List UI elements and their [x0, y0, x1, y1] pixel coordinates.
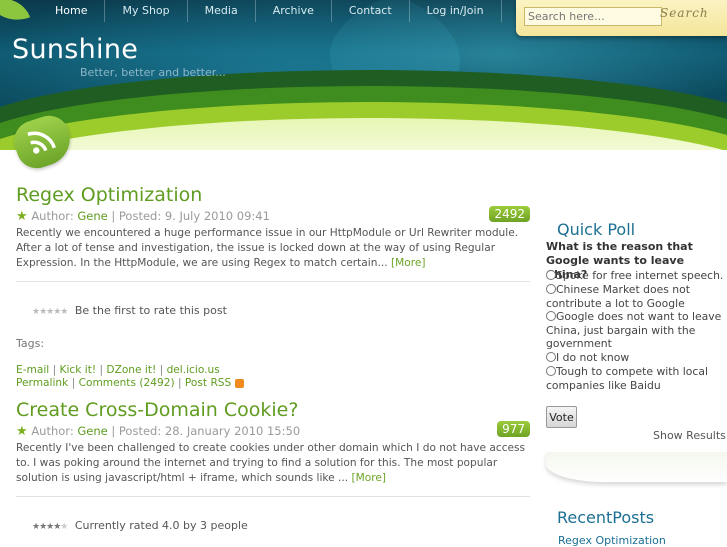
post-divider [16, 496, 530, 497]
permalink-link[interactable]: Permalink [16, 377, 68, 389]
nav-login-join[interactable]: Log in/Join [410, 0, 502, 22]
poll-option[interactable]: Chinese Market does not contribute a lot… [546, 283, 724, 310]
read-more-link[interactable]: [More] [352, 472, 387, 484]
post-title[interactable]: Regex Optimization [16, 184, 530, 206]
post-date: | Posted: 9. July 2010 09:41 [111, 209, 270, 223]
post: Create Cross-Domain Cookie? ★ Author: Ge… [16, 399, 530, 532]
poll-option[interactable]: Spoke for free internet speech. [546, 269, 724, 283]
dzone-link[interactable]: DZone it! [106, 364, 156, 376]
nav-media[interactable]: Media [188, 0, 256, 22]
delicious-link[interactable]: del.icio.us [167, 364, 220, 376]
site-title[interactable]: Sunshine [12, 34, 138, 65]
post-meta: ★ Author: Gene | Posted: 9. July 2010 09… [16, 206, 530, 224]
poll-option[interactable]: Tough to compete with local companies li… [546, 365, 724, 392]
radio-button[interactable] [546, 270, 556, 280]
poll-option-label: Tough to compete with local companies li… [546, 365, 708, 392]
rating-stars-icon[interactable]: ★★★★★ [32, 307, 68, 317]
post-title[interactable]: Create Cross-Domain Cookie? [16, 399, 530, 421]
radio-button[interactable] [546, 311, 556, 321]
poll-option[interactable]: Google does not want to leave China, jus… [546, 310, 724, 351]
post-meta: ★ Author: Gene | Posted: 28. January 201… [16, 421, 530, 439]
poll-option-label: I do not know [556, 351, 630, 364]
kickit-link[interactable]: Kick it! [60, 364, 97, 376]
comment-count-badge[interactable]: 2492 [489, 206, 530, 222]
recent-post-link[interactable]: Regex Optimization [558, 534, 666, 547]
rss-icon[interactable] [234, 378, 244, 388]
post-excerpt: Recently I've been challenged to create … [16, 441, 530, 486]
rating-text: Be the first to rate this post [74, 304, 227, 317]
nav-my-shop[interactable]: My Shop [105, 0, 188, 22]
post-date: | Posted: 28. January 2010 15:50 [111, 424, 301, 438]
read-more-link[interactable]: [More] [391, 257, 426, 269]
main-nav: Home My Shop Media Archive Contact Log i… [38, 0, 502, 22]
comment-count-badge[interactable]: 977 [497, 421, 530, 437]
post-rss-link[interactable]: Post RSS [185, 377, 231, 389]
rating-text: Currently rated 4.0 by 3 people [74, 519, 248, 532]
email-link[interactable]: E-mail [16, 364, 49, 376]
radio-button[interactable] [546, 284, 556, 294]
post-divider [16, 281, 530, 282]
post-excerpt-text: Recently we encountered a huge performan… [16, 227, 519, 269]
post: Regex Optimization ★ Author: Gene | Post… [16, 184, 530, 390]
post-excerpt-text: Recently I've been challenged to create … [16, 442, 526, 484]
poll-option-label: Chinese Market does not contribute a lot… [546, 283, 690, 310]
author-label: Author: [31, 424, 74, 438]
star-icon: ★ [16, 209, 28, 224]
rating-stars-icon[interactable]: ★★★★★ [32, 522, 68, 532]
search-input[interactable] [524, 7, 662, 26]
radio-button[interactable] [546, 366, 556, 376]
poll-option-label: Spoke for free internet speech. [556, 269, 724, 282]
post-excerpt: Recently we encountered a huge performan… [16, 226, 530, 271]
post-rating: ★★★★★ Be the first to rate this post [32, 304, 530, 317]
vote-button[interactable]: Vote [546, 406, 577, 428]
widget-curl [546, 452, 727, 482]
site-tagline: Better, better and better... [80, 66, 226, 79]
author-link[interactable]: Gene [77, 424, 107, 438]
star-icon: ★ [16, 424, 28, 439]
nav-archive[interactable]: Archive [256, 0, 332, 22]
search-button[interactable]: Search [660, 6, 709, 20]
radio-button[interactable] [546, 352, 556, 362]
recent-posts-title: RecentPosts [557, 508, 655, 527]
nav-home[interactable]: Home [38, 0, 106, 22]
author-label: Author: [31, 209, 74, 223]
show-results-link[interactable]: Show Results [653, 429, 726, 442]
author-link[interactable]: Gene [77, 209, 107, 223]
poll-title: Quick Poll [557, 220, 636, 239]
nav-contact[interactable]: Contact [332, 0, 410, 22]
comments-link[interactable]: Comments (2492) [79, 377, 175, 389]
poll-option[interactable]: I do not know [546, 351, 724, 365]
post-rating: ★★★★★ Currently rated 4.0 by 3 people [32, 519, 530, 532]
poll-option-label: Google does not want to leave China, jus… [546, 310, 722, 350]
tags-label: Tags: [16, 337, 45, 350]
share-links: E-mail | Kick it! | DZone it! | del.icio… [16, 364, 530, 390]
